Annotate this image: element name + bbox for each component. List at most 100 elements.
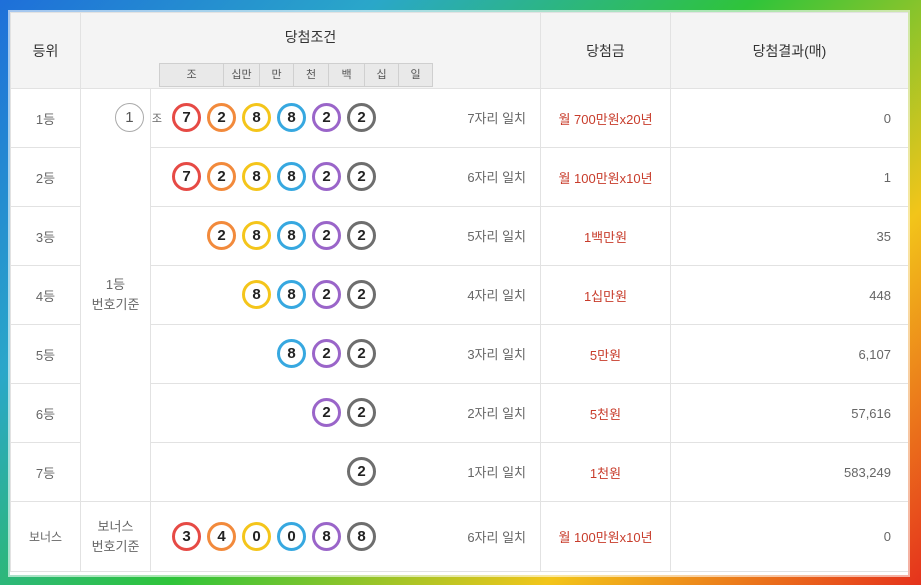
result-cell: 57,616 (670, 383, 908, 443)
match-text: 6자리 일치 (467, 530, 526, 545)
prize-cell: 월 700만원x20년 (540, 88, 671, 148)
prize-cell: 1십만원 (540, 265, 671, 325)
group-label-bonus: 보너스 번호기준 (80, 501, 151, 572)
ball-group: 2 2 2자리 일치 (306, 398, 526, 427)
jo-label: 조 (151, 112, 162, 125)
ball-100: 8 (277, 339, 306, 368)
condition-cell: 2 8 8 2 2 5자리 일치 (150, 206, 541, 266)
results-panel: 등위 당첨조건 조 십만 만 천 백 십 일 당첨금 당첨결과(매) 1등 1등… (10, 12, 908, 575)
ball-1k: 8 (242, 103, 271, 132)
ball-1: 2 (347, 103, 376, 132)
ball-100: 8 (277, 280, 306, 309)
ball-10: 2 (312, 280, 341, 309)
prize-cell: 월 100만원x10년 (540, 501, 671, 572)
ball-10: 2 (312, 339, 341, 368)
ball-group: 2 8 8 2 2 5자리 일치 (201, 221, 526, 250)
condition-cell: 8 8 2 2 4자리 일치 (150, 265, 541, 325)
ball-10: 2 (312, 398, 341, 427)
match-text: 3자리 일치 (467, 347, 526, 362)
digit-100k: 십만 (224, 64, 260, 86)
table-row: 1등 1등 번호기준 1 조 7 2 8 8 2 2 7자리 일치 월 700만… (10, 88, 908, 502)
result-cell: 6,107 (670, 324, 908, 384)
prize-cell: 1천원 (540, 442, 671, 502)
ball-1: 2 (347, 221, 376, 250)
prize-cell: 5만원 (540, 324, 671, 384)
ball-1: 2 (347, 280, 376, 309)
ball-10k: 2 (207, 221, 236, 250)
header-condition-label: 당첨조건 (284, 29, 337, 45)
ball-100: 8 (277, 103, 306, 132)
ball-10: 2 (312, 103, 341, 132)
digit-1k: 천 (294, 64, 329, 86)
match-text: 5자리 일치 (467, 229, 526, 244)
match-text: 4자리 일치 (467, 288, 526, 303)
group-label-first: 1등 번호기준 (80, 88, 151, 502)
rank-cell: 보너스 (10, 501, 81, 572)
ball-1k: 0 (242, 522, 271, 551)
result-cell: 1 (670, 147, 908, 207)
prize-cell: 5천원 (540, 383, 671, 443)
match-text: 7자리 일치 (467, 111, 526, 126)
ball-100k: 3 (172, 522, 201, 551)
prize-cell: 1백만원 (540, 206, 671, 266)
result-cell: 35 (670, 206, 908, 266)
ball-group: 7 2 8 8 2 2 6자리 일치 (166, 162, 526, 191)
header-result: 당첨결과(매) (670, 12, 908, 89)
prize-cell: 월 100만원x10년 (540, 147, 671, 207)
ball-10k: 4 (207, 522, 236, 551)
ball-1k: 8 (242, 221, 271, 250)
ball-1k: 8 (242, 280, 271, 309)
match-text: 2자리 일치 (467, 406, 526, 421)
ball-1: 2 (347, 162, 376, 191)
ball-group: 1 조 7 2 8 8 2 2 7자리 일치 (109, 103, 526, 132)
rank-cell: 1등 (10, 88, 81, 148)
result-cell: 0 (670, 501, 908, 572)
condition-cell: 7 2 8 8 2 2 6자리 일치 (150, 147, 541, 207)
ball-10: 8 (312, 522, 341, 551)
header-condition: 당첨조건 조 십만 만 천 백 십 일 (80, 12, 541, 89)
result-cell: 0 (670, 88, 908, 148)
condition-cell: 2 1자리 일치 (150, 442, 541, 502)
ball-group: 8 2 2 3자리 일치 (271, 339, 526, 368)
result-cell: 448 (670, 265, 908, 325)
ball-1: 2 (347, 398, 376, 427)
header-prize: 당첨금 (540, 12, 671, 89)
rank-cell: 6등 (10, 383, 81, 443)
digit-10: 십 (365, 64, 399, 86)
ball-10k: 2 (207, 162, 236, 191)
table-row: 보너스 보너스 번호기준 3 4 0 0 8 8 6자리 일치 월 100만원x… (10, 501, 908, 572)
ball-1: 2 (347, 457, 376, 486)
ball-100k: 7 (172, 162, 201, 191)
condition-cell: 3 4 0 0 8 8 6자리 일치 (150, 501, 541, 572)
ball-group: 3 4 0 0 8 8 6자리 일치 (166, 522, 526, 551)
rank-cell: 7등 (10, 442, 81, 502)
ball-100k: 7 (172, 103, 201, 132)
ball-10: 2 (312, 162, 341, 191)
table-header-row: 등위 당첨조건 조 십만 만 천 백 십 일 당첨금 당첨결과(매) (10, 12, 908, 89)
ball-10: 2 (312, 221, 341, 250)
ball-100: 0 (277, 522, 306, 551)
rank-cell: 3등 (10, 206, 81, 266)
winning-results-table: 등위 당첨조건 조 십만 만 천 백 십 일 당첨금 당첨결과(매) 1등 1등… (10, 12, 908, 572)
ball-10k: 2 (207, 103, 236, 132)
rank-cell: 4등 (10, 265, 81, 325)
ball-1: 8 (347, 522, 376, 551)
condition-cell: 8 2 2 3자리 일치 (150, 324, 541, 384)
header-rank: 등위 (10, 12, 81, 89)
ball-1: 2 (347, 339, 376, 368)
match-text: 1자리 일치 (467, 465, 526, 480)
condition-cell: 2 2 2자리 일치 (150, 383, 541, 443)
digit-10k: 만 (260, 64, 294, 86)
rank-cell: 2등 (10, 147, 81, 207)
ball-100: 8 (277, 162, 306, 191)
ball-100: 8 (277, 221, 306, 250)
ball-1k: 8 (242, 162, 271, 191)
match-text: 6자리 일치 (467, 170, 526, 185)
rank-cell: 5등 (10, 324, 81, 384)
digit-100: 백 (329, 64, 365, 86)
digit-1: 일 (410, 69, 421, 81)
ball-group: 2 1자리 일치 (341, 457, 526, 486)
result-cell: 583,249 (670, 442, 908, 502)
digit-jo: 조 (160, 64, 224, 86)
ball-group: 8 8 2 2 4자리 일치 (236, 280, 526, 309)
